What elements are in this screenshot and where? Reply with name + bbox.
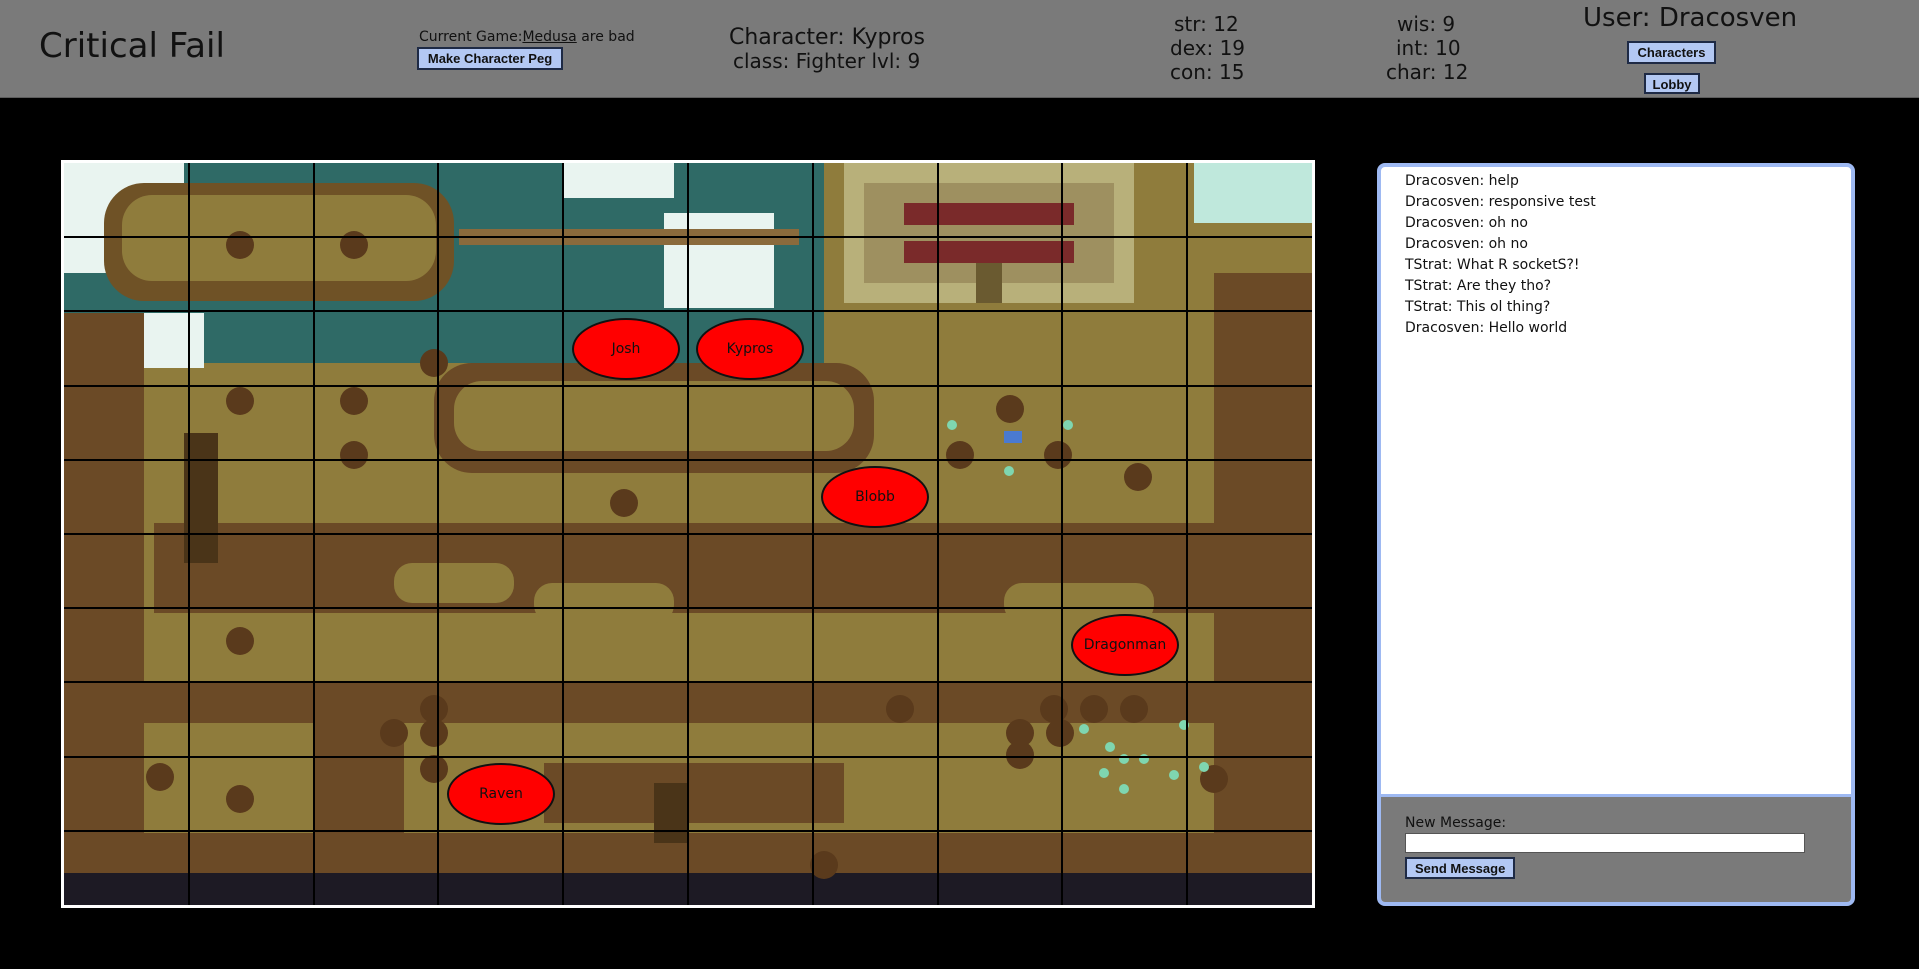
make-character-peg-button[interactable]: Make Character Peg <box>417 47 563 70</box>
characters-button[interactable]: Characters <box>1627 41 1716 64</box>
chat-panel: Dracosven: help Dracosven: responsive tes… <box>1377 163 1855 906</box>
chat-message: TStrat: What R socketS?! <box>1405 257 1580 273</box>
map-grid <box>64 163 1312 905</box>
current-game-suffix: are bad <box>581 29 635 45</box>
chat-message: Dracosven: responsive test <box>1405 194 1596 210</box>
peg-label: Kypros <box>726 341 774 357</box>
chat-message: Dracosven: Hello world <box>1405 320 1568 336</box>
character-name: Character: Kypros <box>729 25 925 50</box>
character-peg-kypros[interactable]: Kypros <box>696 318 804 380</box>
chat-message: Dracosven: help <box>1405 173 1519 189</box>
current-game-label: Current Game: <box>419 29 523 45</box>
peg-label: Josh <box>611 341 641 357</box>
stat-int: int: 10 <box>1396 36 1461 60</box>
chat-message: TStrat: Are they tho? <box>1405 278 1552 294</box>
character-peg-raven[interactable]: Raven <box>447 763 555 825</box>
stat-dex: dex: 19 <box>1170 36 1246 60</box>
top-bar: Critical Fail Current Game:Medusa are ba… <box>0 0 1919 98</box>
current-game: Current Game:Medusa are bad <box>419 29 635 45</box>
character-peg-blobb[interactable]: Blobb <box>821 466 929 528</box>
game-map[interactable]: Josh Kypros Blobb Dragonman Raven <box>61 160 1315 908</box>
stat-char: char: 12 <box>1386 60 1469 84</box>
chat-message: TStrat: This ol thing? <box>1405 299 1551 315</box>
stat-con: con: 15 <box>1170 60 1245 84</box>
user-name: User: Dracosven <box>1583 3 1798 33</box>
app-title: Critical Fail <box>39 26 225 66</box>
new-message-label: New Message: <box>1405 815 1507 831</box>
chat-log[interactable]: Dracosven: help Dracosven: responsive tes… <box>1381 167 1851 792</box>
chat-message: Dracosven: oh no <box>1405 236 1528 252</box>
character-peg-josh[interactable]: Josh <box>572 318 680 380</box>
new-message-input[interactable] <box>1405 833 1805 853</box>
stat-str: str: 12 <box>1174 12 1239 36</box>
character-class: class: Fighter lvl: 9 <box>733 49 921 73</box>
send-message-button[interactable]: Send Message <box>1405 857 1516 879</box>
current-game-name[interactable]: Medusa <box>522 29 576 45</box>
peg-label: Raven <box>479 786 523 802</box>
chat-compose: New Message: Send Message <box>1381 794 1851 902</box>
lobby-button[interactable]: Lobby <box>1644 73 1700 94</box>
peg-label: Blobb <box>855 489 895 505</box>
peg-label: Dragonman <box>1083 637 1167 653</box>
chat-message: Dracosven: oh no <box>1405 215 1528 231</box>
stat-wis: wis: 9 <box>1397 12 1456 36</box>
character-peg-dragonman[interactable]: Dragonman <box>1071 614 1179 676</box>
